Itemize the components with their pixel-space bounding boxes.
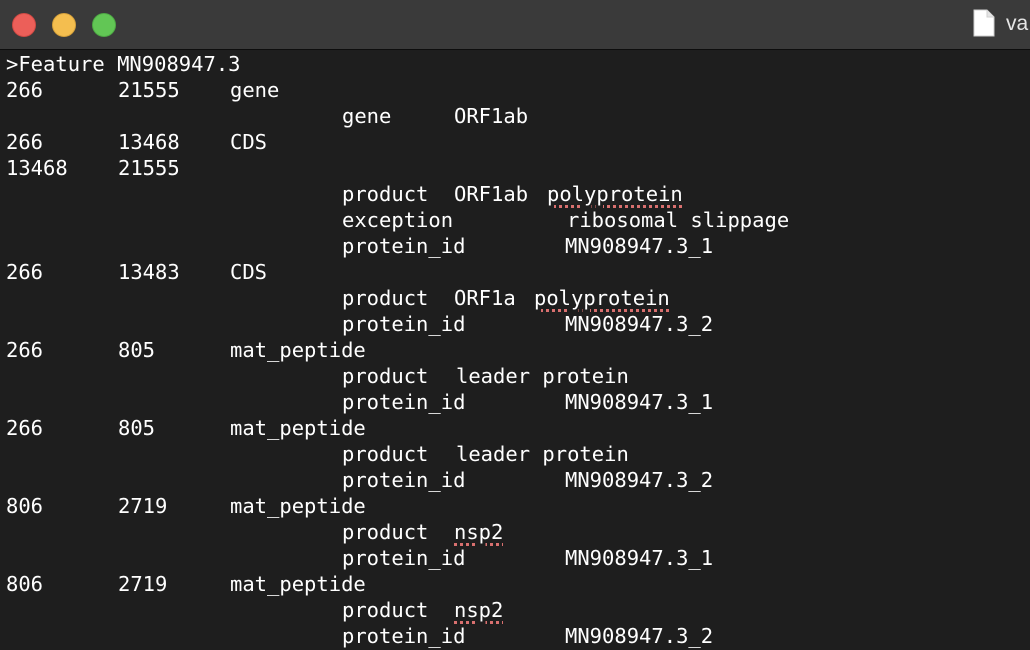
qualifier-value: MN908947.3_2 xyxy=(565,624,714,648)
feature-line: 266 13483 CDS xyxy=(0,260,1030,286)
window-title: va xyxy=(1006,12,1029,35)
feature-key: mat_peptide xyxy=(230,338,366,362)
qualifier-key: protein_id xyxy=(342,624,466,648)
feature-key: CDS xyxy=(230,130,268,154)
end-position: 2719 xyxy=(118,572,168,596)
document-icon xyxy=(973,9,995,37)
feature-line: 806 2719 mat_peptide xyxy=(0,494,1030,520)
qualifier-value: MN908947.3_1 xyxy=(565,390,714,414)
start-position: 266 xyxy=(6,78,44,102)
qualifier-value: MN908947.3_2 xyxy=(565,312,714,336)
feature-line: 266 805 mat_peptide xyxy=(0,416,1030,442)
qualifier-key: protein_id xyxy=(342,312,466,336)
qualifier-key: gene xyxy=(342,104,392,128)
feature-line: 806 2719 mat_peptide xyxy=(0,572,1030,598)
qualifier-key: protein_id xyxy=(342,546,466,570)
qualifier-line: product leader protein xyxy=(0,442,1030,468)
qualifier-key: product xyxy=(342,286,429,310)
feature-key: CDS xyxy=(230,260,268,284)
feature-key: gene xyxy=(230,78,280,102)
qualifier-value: ORF1ab xyxy=(454,104,529,128)
end-position: 13483 xyxy=(118,260,180,284)
qualifier-value: ORF1a xyxy=(454,286,516,310)
qualifier-value: ribosomal slippage xyxy=(567,208,790,232)
end-position: 805 xyxy=(118,416,156,440)
feature-key: mat_peptide xyxy=(230,572,366,596)
qualifier-value: ORF1ab xyxy=(454,182,529,206)
text-area[interactable]: >Feature MN908947.3 266 21555 gene gene … xyxy=(0,51,1030,650)
qualifier-value: leader protein xyxy=(456,442,629,466)
qualifier-value: MN908947.3_2 xyxy=(565,468,714,492)
end-position: 13468 xyxy=(118,130,180,154)
qualifier-key: protein_id xyxy=(342,468,466,492)
feature-line: 266 805 mat_peptide xyxy=(0,338,1030,364)
feature-key: mat_peptide xyxy=(230,494,366,518)
qualifier-value: MN908947.3_1 xyxy=(565,546,714,570)
feature-key: mat_peptide xyxy=(230,416,366,440)
misspelled-word: nsp2 xyxy=(454,598,504,622)
qualifier-value: MN908947.3_1 xyxy=(565,234,714,258)
start-position: 266 xyxy=(6,260,44,284)
qualifier-line: protein_id MN908947.3_1 xyxy=(0,390,1030,416)
minimize-button[interactable] xyxy=(52,13,76,37)
feature-line: 266 21555 gene xyxy=(0,78,1030,104)
qualifier-line: product leader protein xyxy=(0,364,1030,390)
start-position: 13468 xyxy=(6,156,68,180)
qualifier-line: protein_id MN908947.3_2 xyxy=(0,624,1030,650)
feature-line: 13468 21555 xyxy=(0,156,1030,182)
qualifier-line: exception ribosomal slippage xyxy=(0,208,1030,234)
qualifier-line: protein_id MN908947.3_1 xyxy=(0,546,1030,572)
qualifier-key: exception xyxy=(342,208,454,232)
qualifier-line: product nsp2 xyxy=(0,598,1030,624)
misspelled-word: polyprotein xyxy=(534,286,670,310)
qualifier-line: protein_id MN908947.3_1 xyxy=(0,234,1030,260)
start-position: 266 xyxy=(6,416,44,440)
end-position: 21555 xyxy=(118,156,180,180)
feature-header: >Feature MN908947.3 xyxy=(6,52,241,76)
start-position: 806 xyxy=(6,494,44,518)
start-position: 266 xyxy=(6,130,44,154)
close-button[interactable] xyxy=(12,13,36,37)
start-position: 266 xyxy=(6,338,44,362)
qualifier-line: gene ORF1ab xyxy=(0,104,1030,130)
maximize-button[interactable] xyxy=(92,13,116,37)
end-position: 21555 xyxy=(118,78,180,102)
header-line: >Feature MN908947.3 xyxy=(0,52,1030,78)
qualifier-line: protein_id MN908947.3_2 xyxy=(0,468,1030,494)
misspelled-word: polyprotein xyxy=(547,182,683,206)
qualifier-key: product xyxy=(342,598,429,622)
title-bar[interactable]: va xyxy=(0,0,1030,50)
qualifier-key: product xyxy=(342,182,429,206)
text-editor-window: va >Feature MN908947.3 266 21555 gene ge… xyxy=(0,0,1030,650)
qualifier-key: product xyxy=(342,364,429,388)
misspelled-word: nsp2 xyxy=(454,520,504,544)
start-position: 806 xyxy=(6,572,44,596)
qualifier-line: protein_id MN908947.3_2 xyxy=(0,312,1030,338)
qualifier-line: product nsp2 xyxy=(0,520,1030,546)
qualifier-key: product xyxy=(342,442,429,466)
feature-line: 266 13468 CDS xyxy=(0,130,1030,156)
qualifier-key: protein_id xyxy=(342,234,466,258)
end-position: 805 xyxy=(118,338,156,362)
qualifier-key: protein_id xyxy=(342,390,466,414)
end-position: 2719 xyxy=(118,494,168,518)
qualifier-line: product ORF1a polyprotein xyxy=(0,286,1030,312)
qualifier-line: product ORF1ab polyprotein xyxy=(0,182,1030,208)
qualifier-key: product xyxy=(342,520,429,544)
qualifier-value: leader protein xyxy=(456,364,629,388)
